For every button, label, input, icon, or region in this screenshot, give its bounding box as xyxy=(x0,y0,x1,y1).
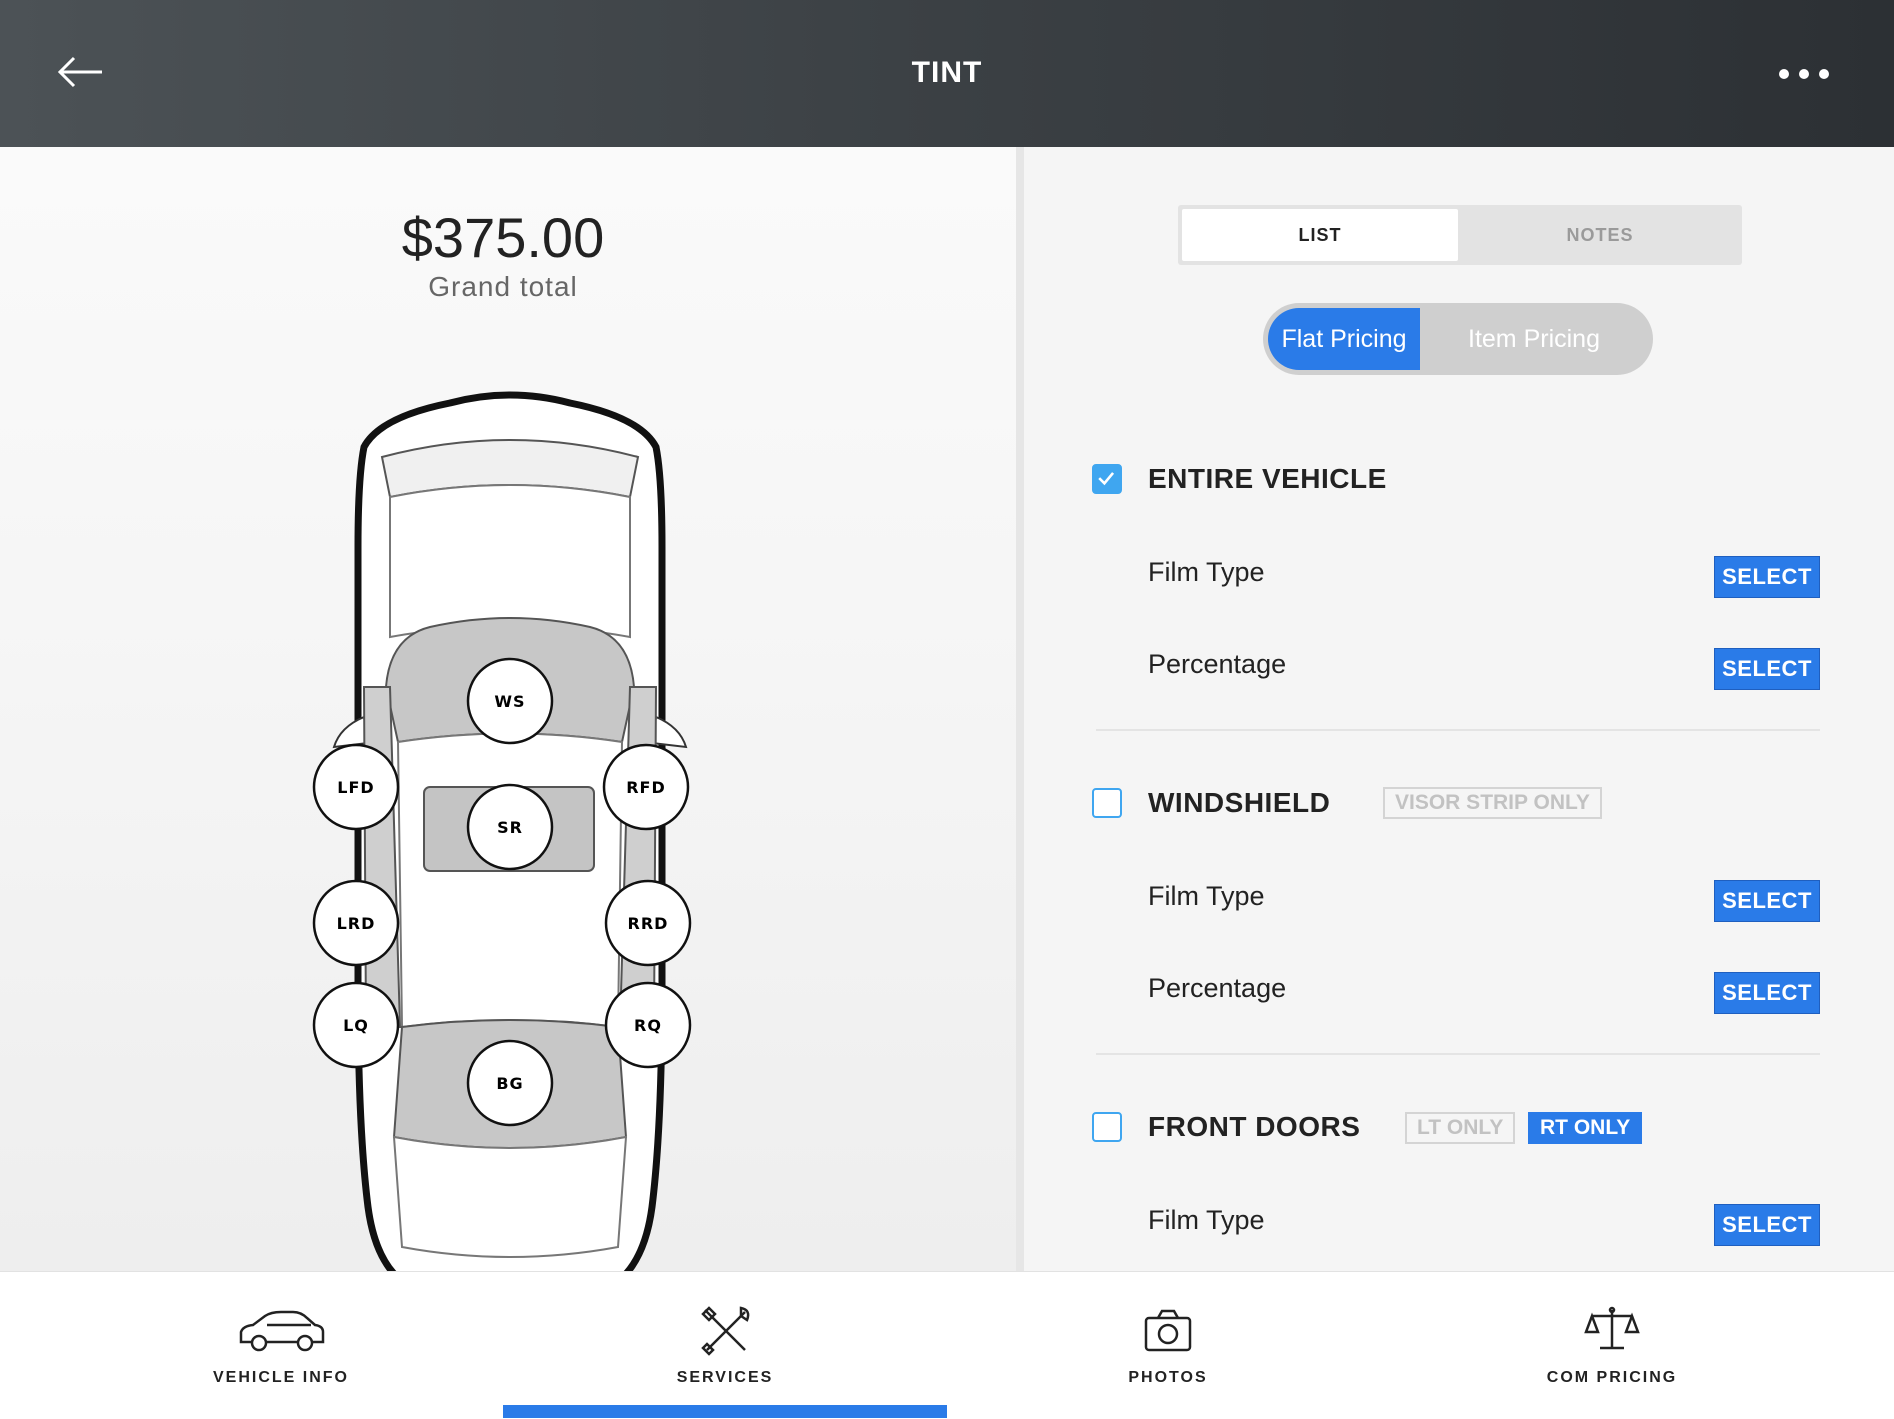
grand-total-label: Grand total xyxy=(428,271,578,302)
section-divider xyxy=(1096,729,1820,731)
zone-bg[interactable]: BG xyxy=(466,1039,554,1127)
nav-com-pricing[interactable]: COM PRICING xyxy=(1390,1272,1834,1419)
right-mirror xyxy=(650,715,688,749)
flat-pricing-option[interactable]: Flat Pricing xyxy=(1268,308,1420,370)
film-type-label: Film Type xyxy=(1148,881,1265,911)
item-pricing-option[interactable]: Item Pricing xyxy=(1420,308,1648,370)
more-horizontal-icon[interactable] xyxy=(1774,60,1834,88)
windshield-checkbox[interactable] xyxy=(1092,788,1122,818)
svg-text:LRD: LRD xyxy=(337,914,376,933)
zone-sr[interactable]: SR xyxy=(466,783,554,871)
nav-label: PHOTOS xyxy=(1128,1369,1208,1386)
page-title: TINT xyxy=(911,56,983,89)
nav-photos[interactable]: PHOTOS xyxy=(946,1272,1390,1419)
zone-lfd[interactable]: LFD xyxy=(312,743,400,831)
tools-icon xyxy=(701,1306,750,1356)
car-top-view-diagram: WS LFD RFD SR LRD RRD LQ RQ BG xyxy=(312,391,692,1305)
nav-label: COM PRICING xyxy=(1546,1369,1678,1386)
svg-text:LFD: LFD xyxy=(337,778,374,797)
film-type-label: Film Type xyxy=(1148,1205,1265,1235)
active-tab-indicator xyxy=(503,1405,947,1418)
vehicle-diagram-panel: $375.00 Grand total WS LFD RFD SR LRD RR… xyxy=(0,147,1016,1305)
list-notes-tabs: LIST NOTES xyxy=(1178,205,1742,265)
select-button[interactable]: SELECT xyxy=(1714,1204,1820,1246)
tab-notes[interactable]: NOTES xyxy=(1462,209,1738,261)
car-icon xyxy=(239,1310,325,1352)
nav-label: SERVICES xyxy=(676,1369,774,1386)
nav-label: VEHICLE INFO xyxy=(212,1369,349,1386)
zone-lq[interactable]: LQ xyxy=(312,981,400,1069)
bottom-navigation: VEHICLE INFO SERVICES PHOTOS COM PRICING xyxy=(0,1271,1894,1419)
visor-strip-only-tag[interactable]: VISOR STRIP ONLY xyxy=(1383,787,1602,819)
rt-only-tag[interactable]: RT ONLY xyxy=(1528,1112,1643,1144)
film-type-label: Film Type xyxy=(1148,557,1265,587)
car-trunk xyxy=(392,1135,628,1258)
svg-text:LQ: LQ xyxy=(343,1016,369,1035)
svg-text:RFD: RFD xyxy=(626,778,666,797)
scale-icon xyxy=(1584,1306,1640,1350)
nav-services[interactable]: SERVICES xyxy=(503,1272,947,1419)
zone-ws[interactable]: WS xyxy=(466,657,554,745)
select-button[interactable]: SELECT xyxy=(1714,972,1820,1014)
svg-text:SR: SR xyxy=(497,818,523,837)
check-icon xyxy=(1098,472,1115,486)
zone-rq[interactable]: RQ xyxy=(604,981,692,1069)
svg-text:BG: BG xyxy=(496,1074,523,1093)
options-panel: LIST NOTES Flat Pricing Item Pricing ENT… xyxy=(1024,147,1894,1271)
car-hood xyxy=(389,484,631,639)
section-divider xyxy=(1096,1053,1820,1055)
lt-only-tag[interactable]: LT ONLY xyxy=(1405,1112,1516,1144)
pricing-toggle: Flat Pricing Item Pricing xyxy=(1263,303,1653,375)
percentage-label: Percentage xyxy=(1148,649,1287,679)
svg-text:RRD: RRD xyxy=(628,914,669,933)
svg-text:WS: WS xyxy=(494,692,525,711)
panel-divider xyxy=(1016,147,1024,1271)
section-title-front-doors: FRONT DOORS xyxy=(1148,1111,1361,1142)
app-header: TINT xyxy=(0,0,1894,147)
select-button[interactable]: SELECT xyxy=(1714,648,1820,690)
entire-vehicle-checkbox[interactable] xyxy=(1092,464,1122,494)
zone-rfd[interactable]: RFD xyxy=(602,743,690,831)
nav-vehicle-info[interactable]: VEHICLE INFO xyxy=(59,1272,503,1419)
car-roof xyxy=(396,732,624,1029)
section-title-entire-vehicle: ENTIRE VEHICLE xyxy=(1148,463,1387,494)
section-title-windshield: WINDSHIELD xyxy=(1148,787,1331,818)
zone-lrd[interactable]: LRD xyxy=(312,879,400,967)
left-mirror xyxy=(332,715,370,749)
camera-icon xyxy=(1144,1309,1192,1352)
grand-total-value: $375.00 xyxy=(401,206,605,269)
select-button[interactable]: SELECT xyxy=(1714,880,1820,922)
svg-text:RQ: RQ xyxy=(634,1016,662,1035)
percentage-label: Percentage xyxy=(1148,973,1287,1003)
front-doors-checkbox[interactable] xyxy=(1092,1112,1122,1142)
select-button[interactable]: SELECT xyxy=(1714,556,1820,598)
tab-list[interactable]: LIST xyxy=(1182,209,1458,261)
zone-rrd[interactable]: RRD xyxy=(604,879,692,967)
